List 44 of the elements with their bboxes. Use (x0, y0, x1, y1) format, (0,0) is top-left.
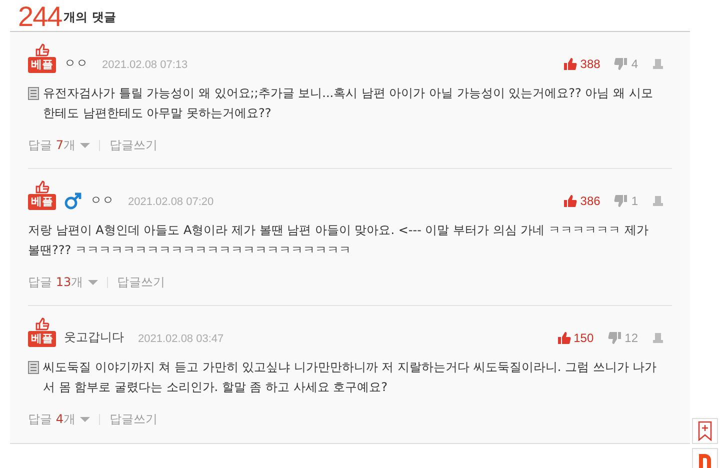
share-button[interactable] (692, 448, 718, 468)
author-name: ㅇㅇ (90, 192, 114, 209)
write-reply-link[interactable]: 답글쓰기 (117, 274, 166, 291)
thumbs-down-icon (614, 57, 628, 71)
thumbs-up-icon (34, 43, 50, 57)
caret-icon[interactable] (80, 142, 90, 148)
comment-text: 저랑 남편이 A형인데 아들도 A형이라 제가 볼땐 남편 아들이 맞아요. <--- 이말 부터가 의심 가네 ㅋㅋㅋㅋㅋㅋ 제가볼땐??? ㅋㅋㅋㅋㅋㅋㅋㅋㅋㅋㅋㅋㅋㅋㅋㅋㅋㅋㅋㅋㅋㅋㅋ (28, 222, 650, 259)
comment-date: 2021.02.08 07:13 (102, 59, 188, 71)
bookmark-add-button[interactable] (692, 418, 718, 444)
report-icon[interactable] (652, 58, 664, 70)
thumbs-up-icon (34, 317, 50, 331)
write-reply-link[interactable]: 답글쓰기 (109, 411, 158, 428)
best-badge: 베플 (28, 57, 56, 73)
like-button[interactable]: 150 (556, 331, 594, 345)
best-badge: 베플 (28, 194, 56, 210)
thumbs-up-icon (34, 180, 50, 194)
comment-text: 유전자검사가 틀릴 가능성이 왜 있어요;;추가글 보니...혹시 남편 아이가 아닐 가능성이 있는거에요?? 아님 왜 시모한테도 남편한테도 아무말 못하는거에요?? (43, 85, 654, 122)
author-name: ㅇㅇ (64, 55, 88, 72)
comment-count: 244 (18, 3, 62, 31)
comment-text: 씨도둑질 이야기까지 쳐 듣고 가만히 있고싶냐 니가만만하니까 저 지랄하는거다 씨도둑질이라니. 그럼 쓰니가 나가서 몸 함부로 굴렸다는 소리인가. 할말 좀 하고 사세요 호구예요? (43, 359, 658, 396)
write-reply-link[interactable]: 답글쓰기 (109, 137, 158, 154)
dislike-button[interactable]: 12 (608, 331, 638, 345)
comment-date: 2021.02.08 07:20 (128, 196, 214, 208)
thumbs-down-icon (614, 194, 628, 208)
best-badge: 베플 (28, 331, 56, 347)
thumbs-down-icon (608, 331, 622, 345)
thumbs-up-icon (556, 331, 571, 345)
author-name: 웃고갑니다 (64, 329, 124, 346)
replies-toggle[interactable]: 답글 4개 (28, 411, 76, 428)
report-icon[interactable] (652, 332, 664, 344)
replies-toggle[interactable]: 답글 7개 (28, 137, 76, 154)
thumbs-up-icon (563, 194, 578, 208)
comment-count-label: 개의 댓글 (64, 9, 116, 26)
thumbs-up-icon (563, 57, 578, 71)
caret-icon[interactable] (88, 280, 98, 286)
logo-icon (698, 454, 712, 468)
comment-date: 2021.02.08 03:47 (138, 333, 224, 345)
replies-toggle[interactable]: 답글 13개 (28, 274, 84, 291)
like-button[interactable]: 386 (563, 194, 600, 208)
dislike-button[interactable]: 1 (614, 194, 638, 208)
caret-icon[interactable] (80, 416, 90, 422)
dislike-button[interactable]: 4 (614, 57, 638, 71)
report-icon[interactable] (652, 195, 664, 207)
like-button[interactable]: 388 (563, 57, 600, 71)
